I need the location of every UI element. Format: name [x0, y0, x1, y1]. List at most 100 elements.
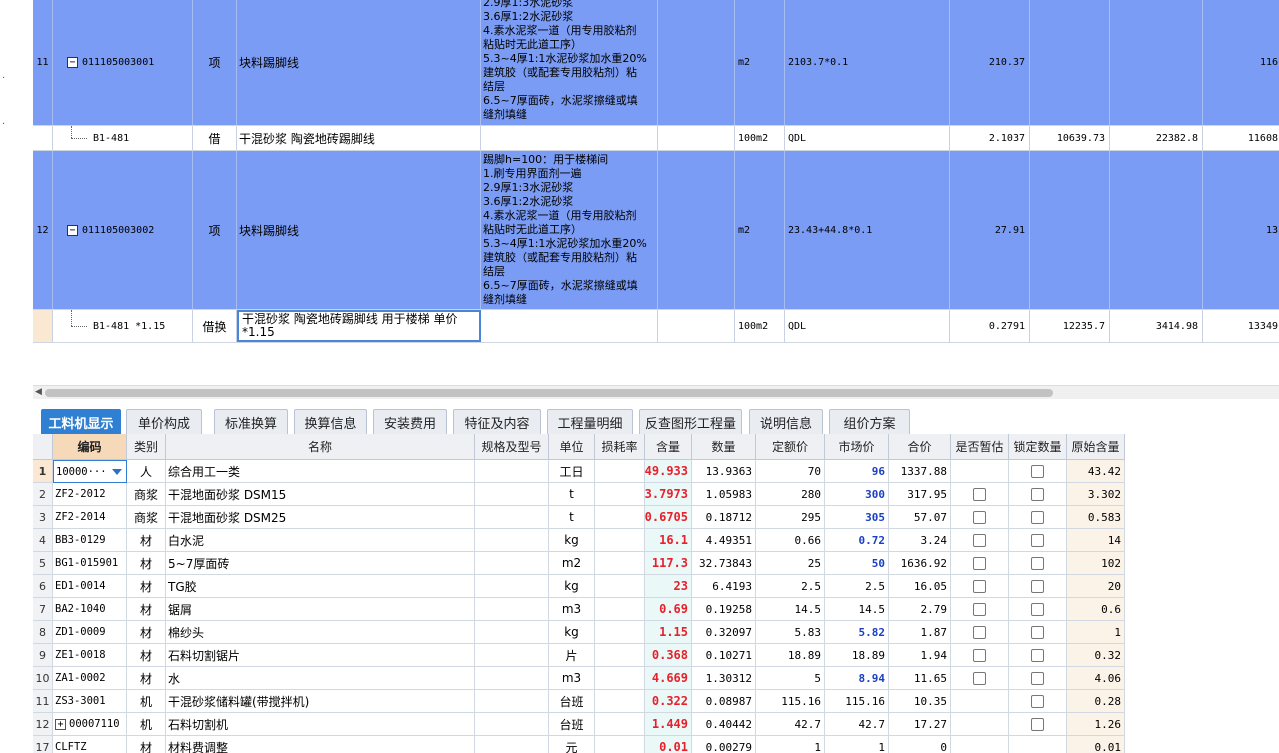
checkbox[interactable] — [973, 579, 986, 593]
tab-6[interactable]: 特征及内容 — [453, 409, 541, 434]
resource-category[interactable]: 材 — [127, 575, 166, 598]
resource-name[interactable]: 石料切割机 — [166, 713, 475, 736]
market-price[interactable]: 5.82 — [825, 621, 889, 644]
column-value[interactable]: 116 — [1203, 0, 1279, 125]
checkbox[interactable] — [1031, 625, 1044, 639]
original-content[interactable]: 1.26 — [1067, 713, 1125, 736]
resource-row[interactable]: 1 10000··· 人综合用工一类 工日 49.933 13.9363 70 96 1337.… — [33, 460, 1125, 483]
resource-code[interactable]: ZF2-2012 — [53, 483, 127, 506]
lock-quantity-checkbox[interactable] — [1009, 667, 1067, 690]
checkbox[interactable] — [973, 625, 986, 639]
resource-spec[interactable] — [475, 667, 549, 690]
resource-code[interactable]: BG1-015901 — [53, 552, 127, 575]
item-code[interactable]: B1-481 *1.15 — [53, 310, 193, 342]
content-amount[interactable]: 0.01 — [645, 736, 692, 753]
quantity-expression[interactable]: 2103.7*0.1 — [785, 0, 950, 125]
item-type[interactable]: 项 — [193, 151, 237, 309]
is-estimated-checkbox[interactable] — [951, 529, 1009, 552]
resource-name[interactable]: 石料切割锯片 — [166, 644, 475, 667]
bill-row[interactable]: B1-481 *1.15 借换 干混砂浆 陶瓷地砖踢脚线 用于楼梯 单价*1.15 1… — [33, 310, 1279, 343]
tab-1[interactable]: 工料机显示 — [41, 409, 121, 434]
resource-unit[interactable]: t — [549, 506, 595, 529]
lock-quantity-checkbox[interactable] — [1009, 736, 1067, 753]
resource-code[interactable]: 10000··· — [53, 460, 127, 483]
market-price[interactable]: 96 — [825, 460, 889, 483]
resource-unit[interactable]: 台班 — [549, 690, 595, 713]
is-estimated-checkbox[interactable] — [951, 667, 1009, 690]
market-price[interactable]: 8.94 — [825, 667, 889, 690]
row-number[interactable]: 10 — [33, 667, 53, 690]
quota-price[interactable]: 70 — [756, 460, 825, 483]
quantity[interactable]: 1.05983 — [692, 483, 756, 506]
resource-unit[interactable]: 片 — [549, 644, 595, 667]
checkbox[interactable] — [1031, 717, 1044, 731]
total-price[interactable]: 57.07 — [889, 506, 951, 529]
loss-rate[interactable] — [595, 667, 645, 690]
resource-spec[interactable] — [475, 598, 549, 621]
checkbox[interactable] — [1031, 510, 1044, 524]
loss-rate[interactable] — [595, 644, 645, 667]
quantity[interactable]: 32.73843 — [692, 552, 756, 575]
lock-quantity-checkbox[interactable] — [1009, 483, 1067, 506]
resource-row[interactable]: 6 ED1-0014 材 TG胶 kg 23 6.4193 2.5 2.5 16.05 20 — [33, 575, 1125, 598]
original-content[interactable]: 0.32 — [1067, 644, 1125, 667]
total-price[interactable]: 0 — [889, 736, 951, 753]
original-content[interactable]: 14 — [1067, 529, 1125, 552]
quantity[interactable]: 0.2791 — [950, 310, 1030, 342]
original-content[interactable]: 3.302 — [1067, 483, 1125, 506]
header-category[interactable]: 类别 — [127, 434, 166, 460]
checkbox[interactable] — [1031, 694, 1044, 708]
checkbox[interactable] — [973, 602, 986, 616]
market-price[interactable]: 300 — [825, 483, 889, 506]
lock-quantity-checkbox[interactable] — [1009, 644, 1067, 667]
header-original-content[interactable]: 原始含量 — [1067, 434, 1125, 460]
item-unit[interactable]: 100m2 — [735, 126, 785, 150]
resource-category[interactable]: 机 — [127, 690, 166, 713]
resource-unit[interactable]: 工日 — [549, 460, 595, 483]
checkbox[interactable] — [973, 487, 986, 501]
resource-name[interactable]: 棉纱头 — [166, 621, 475, 644]
loss-rate[interactable] — [595, 621, 645, 644]
content-amount[interactable]: 0.6705 — [645, 506, 692, 529]
checkbox[interactable] — [1031, 579, 1044, 593]
resource-unit[interactable]: kg — [549, 621, 595, 644]
is-estimated-checkbox[interactable] — [951, 690, 1009, 713]
quota-price[interactable]: 18.89 — [756, 644, 825, 667]
unit-price[interactable] — [1030, 0, 1110, 125]
lock-quantity-checkbox[interactable] — [1009, 529, 1067, 552]
market-price[interactable]: 18.89 — [825, 644, 889, 667]
resource-spec[interactable] — [475, 690, 549, 713]
resource-code[interactable]: BA2-1040 — [53, 598, 127, 621]
row-number[interactable]: 7 — [33, 598, 53, 621]
unit-price[interactable]: 10639.73 — [1030, 126, 1110, 150]
content-amount[interactable]: 49.933 — [645, 460, 692, 483]
loss-rate[interactable] — [595, 575, 645, 598]
lock-quantity-checkbox[interactable] — [1009, 598, 1067, 621]
checkbox[interactable] — [1031, 464, 1044, 478]
total-price[interactable]: 17.27 — [889, 713, 951, 736]
quantity[interactable]: 2.1037 — [950, 126, 1030, 150]
row-number[interactable]: 1 — [33, 460, 53, 483]
empty-cell[interactable] — [658, 151, 735, 309]
quantity[interactable]: 0.40442 — [692, 713, 756, 736]
resource-name[interactable]: 材料费调整 — [166, 736, 475, 753]
resource-spec[interactable] — [475, 483, 549, 506]
header-spec[interactable]: 规格及型号 — [475, 434, 549, 460]
total-price[interactable]: 1.87 — [889, 621, 951, 644]
quota-price[interactable]: 5.83 — [756, 621, 825, 644]
quota-price[interactable]: 42.7 — [756, 713, 825, 736]
header-is-estimated[interactable]: 是否暂估 — [951, 434, 1009, 460]
item-unit[interactable]: 100m2 — [735, 310, 785, 342]
row-number[interactable]: 2 — [33, 483, 53, 506]
item-name[interactable]: 块料踢脚线 — [237, 151, 481, 309]
resource-spec[interactable] — [475, 736, 549, 753]
column-value[interactable]: 22382.8 — [1110, 126, 1203, 150]
resource-row[interactable]: 17 CLFTZ 材材料费调整元 0.01 0.00279 1 1 0 0.01 — [33, 736, 1125, 753]
quantity[interactable]: 6.4193 — [692, 575, 756, 598]
original-content[interactable]: 20 — [1067, 575, 1125, 598]
item-description[interactable] — [481, 310, 658, 342]
header-loss-rate[interactable]: 损耗率 — [595, 434, 645, 460]
loss-rate[interactable] — [595, 460, 645, 483]
quantity[interactable]: 27.91 — [950, 151, 1030, 309]
tab-5[interactable]: 安装费用 — [373, 409, 447, 434]
